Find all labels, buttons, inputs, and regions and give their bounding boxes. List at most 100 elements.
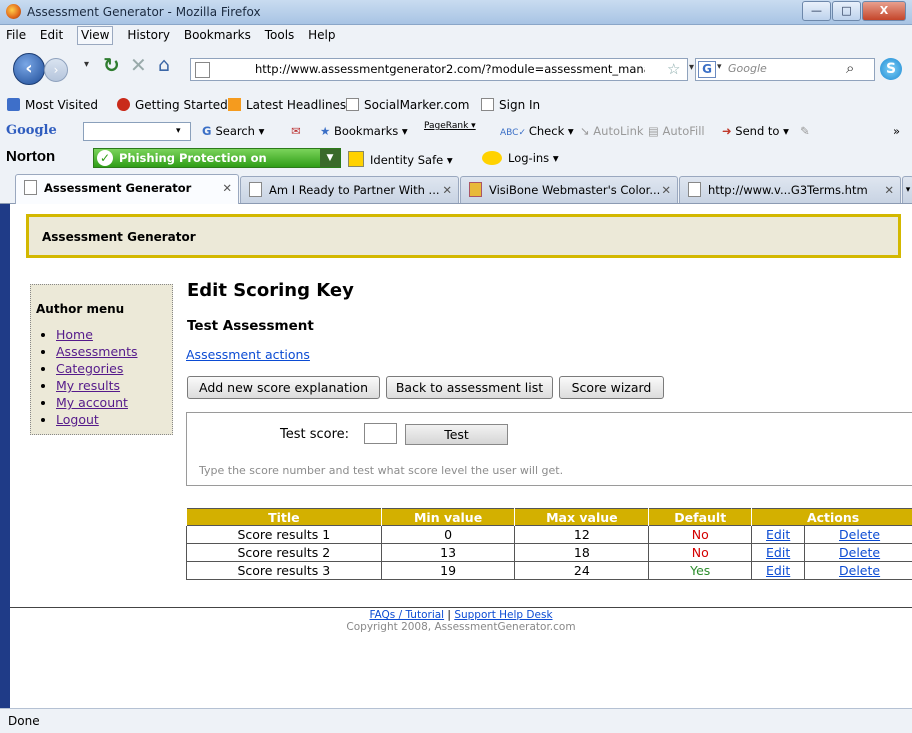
menu-bookmarks[interactable]: Bookmarks [184,25,251,46]
send-to-button[interactable]: ➜ Send to ▾ [722,124,789,138]
menu-bar: File Edit View History Bookmarks Tools H… [0,25,912,46]
autolink-button[interactable]: ↘ AutoLink [580,124,644,138]
page-icon [688,182,701,197]
checkmark-icon: ✓ [97,150,113,166]
home-icon[interactable]: ⌂ [158,54,170,76]
edit-link[interactable]: Edit [766,563,790,578]
close-tab-icon[interactable]: ✕ [222,175,232,201]
support-help-desk-link[interactable]: Support Help Desk [454,609,552,621]
menu-link-categories[interactable]: Categories [56,361,123,376]
identity-safe-button[interactable]: Identity Safe ▾ [348,151,453,167]
tab-terms[interactable]: http://www.v...G3Terms.htm ✕ [679,176,901,203]
stop-icon[interactable]: ✕ [130,53,147,77]
bookmark-socialmarker[interactable]: SocialMarker.com [346,98,469,112]
menu-link-my-account[interactable]: My account [56,395,128,410]
phishing-protection-status[interactable]: ✓Phishing Protection on ▼ [93,148,341,168]
test-button[interactable]: Test [405,424,508,445]
close-tab-icon[interactable]: ✕ [884,177,894,203]
history-dropdown-icon[interactable]: ▾ [84,59,89,70]
close-tab-icon[interactable]: ✕ [442,177,452,203]
faq-tutorial-link[interactable]: FAQs / Tutorial [369,609,444,621]
bookmark-latest-headlines[interactable]: Latest Headlines [228,98,346,112]
maximize-button[interactable]: □ [832,1,861,21]
google-engine-icon[interactable]: G [698,61,716,78]
test-score-input[interactable] [364,423,397,444]
address-bar[interactable]: http://www.assessmentgenerator2.com/?mod… [190,58,688,81]
search-box[interactable]: G ▾ Google ⌕ [695,58,875,81]
reload-icon[interactable]: ↻ [103,53,120,77]
google-search-input[interactable] [83,122,191,141]
forward-arrow-icon[interactable]: › [44,58,68,82]
back-to-list-button[interactable]: Back to assessment list [386,376,553,399]
search-icon[interactable]: ⌕ [846,59,854,77]
autofill-icon: ▤ [648,124,663,138]
menu-history[interactable]: History [127,25,170,46]
settings-wrench-icon[interactable]: ✎ [800,124,810,138]
google-search-button[interactable]: G Search ▾ [202,124,264,138]
minimize-button[interactable]: — [802,1,831,21]
engine-dropdown-icon[interactable]: ▾ [717,62,722,72]
menu-link-assessments[interactable]: Assessments [56,344,138,359]
share-icon[interactable]: ✉ [291,124,301,138]
tab-list-dropdown-icon[interactable]: ▾ [902,176,912,203]
visibone-favicon [469,182,482,197]
tab-visibone[interactable]: VisiBone Webmaster's Color... ✕ [460,176,678,203]
back-arrow-icon[interactable]: ‹ [13,53,45,85]
spell-check-button[interactable]: ABC✓ Check ▾ [500,124,574,138]
autofill-button[interactable]: ▤ AutoFill [648,124,705,138]
close-tab-icon[interactable]: ✕ [661,177,671,203]
site-header-title: Assessment Generator [42,230,196,244]
menu-tools[interactable]: Tools [265,25,295,46]
cell-min: 19 [381,562,515,580]
assessment-actions-link[interactable]: Assessment actions [186,347,310,362]
delete-link[interactable]: Delete [839,527,880,542]
author-menu-list: Home Assessments Categories My results M… [36,326,138,428]
table-row: Score results 3 19 24 Yes Edit Delete [187,562,912,580]
edit-link[interactable]: Edit [766,545,790,560]
table-row: Score results 2 13 18 No Edit Delete [187,544,912,562]
getting-started-icon [117,98,130,111]
cell-min: 13 [381,544,515,562]
menu-view[interactable]: View [77,26,113,45]
close-button[interactable]: X [862,1,906,21]
author-menu-item: My results [56,377,138,394]
menu-help[interactable]: Help [308,25,335,46]
menu-link-my-results[interactable]: My results [56,378,120,393]
skype-icon[interactable]: S [880,58,902,80]
menu-file[interactable]: File [6,25,26,46]
google-bookmarks-button[interactable]: ★ Bookmarks ▾ [320,124,408,138]
pagerank-button[interactable]: PageRank ▾ [424,121,476,131]
delete-link[interactable]: Delete [839,563,880,578]
search-placeholder[interactable]: Google [728,62,767,75]
edit-link[interactable]: Edit [766,527,790,542]
menu-edit[interactable]: Edit [40,25,63,46]
url-dropdown-icon[interactable]: ▾ [689,62,694,73]
delete-link[interactable]: Delete [839,545,880,560]
address-url[interactable]: http://www.assessmentgenerator2.com/?mod… [255,62,645,76]
add-score-explanation-button[interactable]: Add new score explanation [187,376,380,399]
rss-icon [228,98,241,111]
bookmark-sign-in[interactable]: Sign In [481,98,540,112]
send-arrow-icon: ➜ [722,124,735,138]
footer-divider [10,607,912,608]
phishing-dropdown-icon[interactable]: ▼ [320,149,340,167]
author-menu-title: Author menu [36,302,124,316]
tab-am-i-ready[interactable]: Am I Ready to Partner With ... ✕ [240,176,459,203]
menu-link-logout[interactable]: Logout [56,412,99,427]
google-input-dropdown-icon[interactable]: ▾ [176,126,181,136]
cell-max: 12 [515,526,649,544]
google-logo[interactable]: Google [6,123,57,138]
col-actions: Actions [752,509,912,526]
menu-link-home[interactable]: Home [56,327,93,342]
logins-button[interactable]: Log-ins ▾ [482,151,559,165]
norton-logo: Norton [6,148,55,165]
score-wizard-button[interactable]: Score wizard [559,376,664,399]
toolbar-overflow-chevron[interactable]: » [893,124,900,138]
bookmark-star-icon[interactable]: ☆ [667,60,680,78]
cell-delete: Delete [805,562,912,580]
tab-assessment-generator[interactable]: Assessment Generator ✕ [15,174,239,204]
bookmark-getting-started[interactable]: Getting Started [117,98,228,112]
author-menu-item: Assessments [56,343,138,360]
col-max-value: Max value [515,509,649,526]
bookmark-most-visited[interactable]: Most Visited [7,98,98,112]
